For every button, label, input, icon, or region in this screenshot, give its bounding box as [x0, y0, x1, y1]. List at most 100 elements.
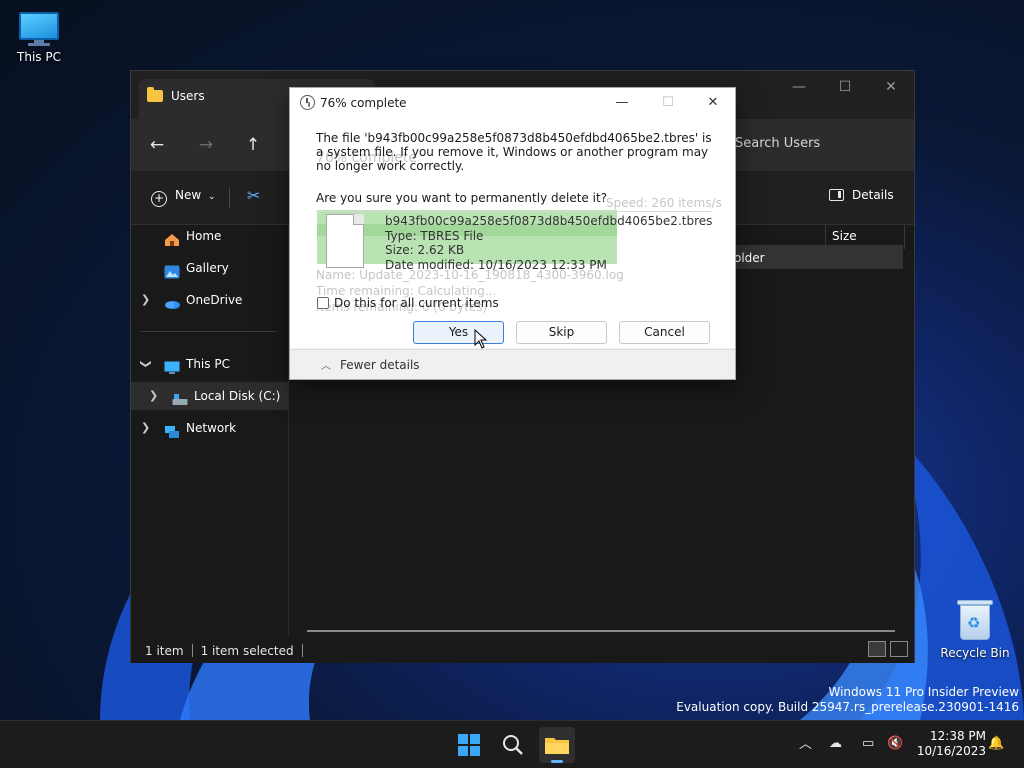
file-name: b943fb00c99a258e5f0873d8b450efdbd4065be2…: [385, 214, 713, 228]
dialog-close-button[interactable]: ✕: [690, 88, 736, 118]
yes-button[interactable]: Yes: [413, 321, 504, 344]
item-count: 1 item: [145, 644, 184, 658]
up-button[interactable]: ↑: [241, 133, 265, 157]
close-button[interactable]: ✕: [868, 71, 914, 103]
taskbar: ︿ ☁ ▭ 🔇 12:38 PM 10/16/2023 🔔: [0, 720, 1024, 768]
folder-icon: [545, 738, 569, 754]
chevron-down-icon: ⌄: [208, 192, 216, 202]
navigation-pane: Home Gallery ❯ OneDrive ❯ This PC ❯ Loca…: [131, 225, 289, 637]
chevron-right-icon[interactable]: ❯: [141, 414, 150, 442]
selection-count: 1 item selected: [200, 644, 294, 658]
skip-button[interactable]: Skip: [516, 321, 607, 344]
evaluation-watermark: Windows 11 Pro Insider Preview Evaluatio…: [676, 685, 1019, 715]
dialog-minimize-button[interactable]: —: [599, 88, 645, 118]
show-hidden-icons-button[interactable]: ︿: [799, 733, 812, 752]
search-icon: [503, 735, 523, 755]
file-type: Type: TBRES File: [385, 229, 484, 243]
cancel-button[interactable]: Cancel: [619, 321, 710, 344]
file-explorer-taskbar-button[interactable]: [539, 727, 575, 763]
delete-file-dialog: 76% complete — ☐ ✕ 76% complete Speed: 2…: [289, 87, 736, 380]
start-button[interactable]: [451, 727, 487, 763]
sidebar-item-network[interactable]: ❯ Network: [131, 414, 289, 442]
apply-to-all-label: Do this for all current items: [334, 296, 499, 310]
chevron-right-icon[interactable]: ❯: [149, 382, 158, 410]
sidebar-item-label: Local Disk (C:): [194, 389, 281, 403]
file-modified: Date modified: 10/16/2023 12:33 PM: [385, 258, 607, 272]
file-size: Size: 2.62 KB: [385, 243, 465, 257]
horizontal-scrollbar[interactable]: [307, 630, 895, 632]
fewer-details-toggle[interactable]: ︿ Fewer details: [290, 349, 735, 379]
sidebar-item-label: Gallery: [186, 261, 229, 275]
plus-icon: +: [151, 191, 167, 207]
sidebar-divider: [141, 331, 277, 332]
minimize-button[interactable]: —: [776, 71, 822, 103]
tab-label: Users: [171, 89, 205, 103]
apply-to-all-checkbox[interactable]: [317, 297, 329, 309]
details-view-button[interactable]: [868, 641, 886, 657]
scissors-icon: ✂: [247, 186, 261, 205]
desktop-icon-recycle-bin[interactable]: ♻ Recycle Bin: [933, 598, 1017, 660]
network-tray-icon[interactable]: ▭: [862, 736, 874, 751]
details-pane-icon: [829, 189, 844, 201]
monitor-icon: [17, 12, 61, 46]
file-icon: [326, 214, 364, 268]
drive-icon: [172, 389, 188, 405]
home-icon: [164, 229, 180, 246]
view-switcher: [868, 641, 908, 657]
details-pane-button[interactable]: Details: [829, 188, 894, 202]
folder-icon: [147, 87, 163, 102]
sidebar-item-this-pc[interactable]: ❯ This PC: [131, 350, 289, 378]
dialog-title: 76% complete: [320, 96, 407, 110]
window-caption-buttons: — ☐ ✕: [776, 71, 914, 103]
network-icon: [164, 421, 180, 438]
windows-logo-icon: [458, 734, 480, 756]
cut-button[interactable]: ✂: [247, 186, 260, 205]
dialog-title-bar: 76% complete — ☐ ✕: [290, 88, 735, 118]
sidebar-item-label: This PC: [186, 357, 230, 371]
chevron-up-icon: ︿: [321, 361, 331, 372]
chevron-right-icon[interactable]: ❯: [141, 286, 150, 314]
sidebar-item-label: Home: [186, 229, 222, 243]
sidebar-item-label: Network: [186, 421, 237, 435]
computer-icon: [164, 357, 180, 374]
sidebar-item-home[interactable]: Home: [131, 222, 289, 250]
system-clock[interactable]: 12:38 PM 10/16/2023: [916, 729, 986, 759]
back-button[interactable]: ←: [145, 133, 169, 157]
cloud-icon: [164, 293, 180, 309]
confirm-question: Are you sure you want to permanently del…: [316, 191, 608, 205]
mouse-pointer-icon: [474, 328, 488, 352]
search-input[interactable]: Search Users: [727, 129, 909, 161]
active-indicator: [551, 760, 563, 763]
table-row[interactable]: older: [719, 245, 903, 269]
dialog-maximize-button[interactable]: ☐: [645, 88, 691, 118]
warning-message: The file 'b943fb00c99a258e5f0873d8b450ef…: [316, 131, 712, 173]
status-divider: [301, 644, 303, 657]
volume-muted-icon[interactable]: 🔇: [887, 736, 903, 751]
chevron-down-icon[interactable]: ❯: [132, 359, 160, 368]
sidebar-item-gallery[interactable]: Gallery: [131, 254, 289, 282]
sidebar-item-local-disk[interactable]: ❯ Local Disk (C:): [131, 382, 289, 410]
watermark-edition: Windows 11 Pro Insider Preview: [828, 685, 1019, 699]
status-divider: [191, 644, 193, 657]
watermark-build: Evaluation copy. Build 25947.rs_prerelea…: [676, 700, 1019, 714]
forward-button[interactable]: →: [194, 133, 218, 157]
dialog-body: 76% complete Speed: 260 items/s Name: Up…: [290, 118, 735, 348]
clock-icon: [300, 95, 315, 110]
toolbar-divider: [229, 188, 230, 208]
desktop-icon-this-pc[interactable]: This PC: [0, 12, 81, 64]
gallery-icon: [164, 261, 180, 279]
new-label: New: [175, 188, 202, 202]
onedrive-tray-icon[interactable]: ☁: [829, 736, 842, 751]
clock-date: 10/16/2023: [916, 744, 986, 758]
ghost-speed: Speed: 260 items/s: [606, 196, 722, 210]
new-button[interactable]: + New ⌄: [151, 188, 216, 207]
notification-bell-icon[interactable]: 🔔: [988, 736, 1004, 751]
maximize-button[interactable]: ☐: [822, 71, 868, 103]
file-divider: [316, 211, 711, 212]
search-button[interactable]: [495, 727, 531, 763]
desktop-icon-label: This PC: [17, 50, 61, 64]
large-icons-view-button[interactable]: [890, 641, 908, 657]
desktop-icon-label: Recycle Bin: [940, 646, 1010, 660]
fewer-details-label: Fewer details: [340, 358, 420, 372]
sidebar-item-onedrive[interactable]: ❯ OneDrive: [131, 286, 289, 314]
